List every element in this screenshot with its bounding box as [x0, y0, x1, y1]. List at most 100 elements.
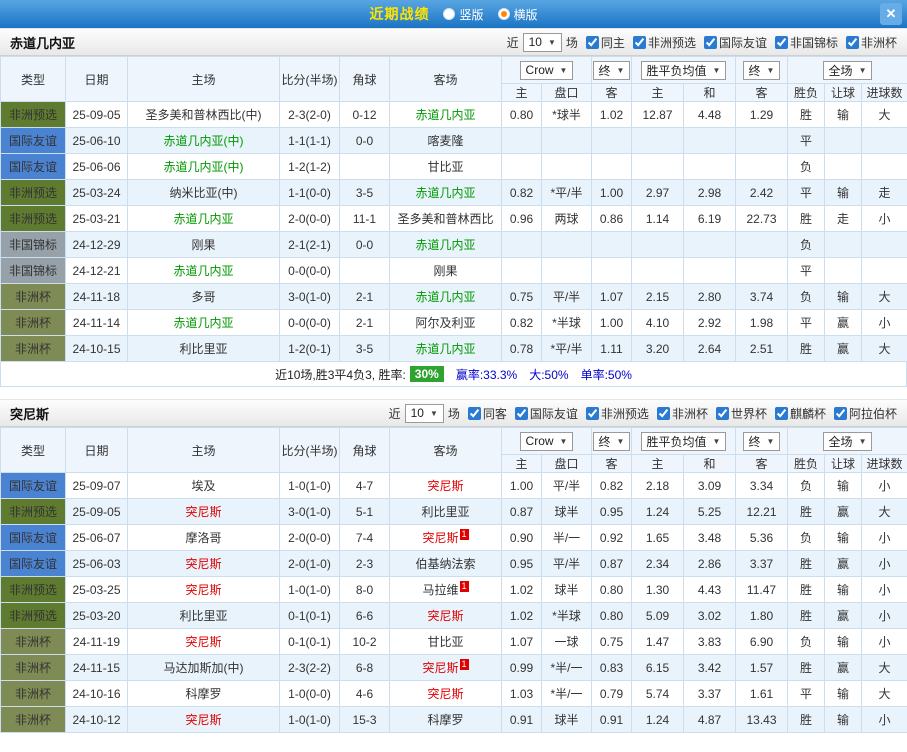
corners-cell	[339, 153, 390, 180]
filter-checkbox[interactable]	[703, 35, 717, 49]
filter-label: 麒麟杯	[789, 406, 826, 421]
europe-dropdown[interactable]: 胜平负均值 ▼	[640, 431, 727, 451]
match-row[interactable]: 非洲预选 25-03-24 纳米比亚(中) 1-1(0-0) 3-5 赤道几内亚…	[0, 179, 907, 206]
filter-checkbox[interactable]	[467, 406, 481, 420]
match-row[interactable]: 非洲杯 24-10-15 利比里亚 1-2(0-1) 3-5 赤道几内亚 0.7…	[0, 335, 907, 362]
europe-state-dropdown[interactable]: 终 ▼	[742, 60, 781, 80]
away-team-cell: 甘比亚	[389, 153, 502, 180]
asian-away-odds-cell: 0.95	[591, 498, 632, 525]
company-dropdown[interactable]: Crow ▼	[519, 431, 574, 451]
date-cell: 25-06-07	[65, 524, 128, 551]
result-cell: 胜	[787, 706, 825, 733]
handicap-result-cell: 走	[824, 205, 862, 232]
filter-checkbox[interactable]	[656, 406, 670, 420]
match-row[interactable]: 国际友谊 25-06-03 突尼斯 2-0(1-0) 2-3 伯基纳法索 0.9…	[0, 550, 907, 577]
match-row[interactable]: 非国锦标 24-12-21 赤道几内亚 0-0(0-0) 刚果 平	[0, 257, 907, 284]
match-row[interactable]: 非国锦标 24-12-29 刚果 2-1(2-1) 0-0 赤道几内亚 负	[0, 231, 907, 258]
asian-home-odds-cell: 0.82	[501, 309, 542, 336]
match-row[interactable]: 非洲杯 24-11-15 马达加斯加(中) 2-3(2-2) 6-8 突尼斯 1 …	[0, 654, 907, 681]
section-divider	[0, 387, 907, 399]
match-row[interactable]: 非洲预选 25-03-25 突尼斯 1-0(1-0) 8-0 马拉维 1 1.02…	[0, 576, 907, 603]
euro-home-odds-cell: 2.97	[631, 179, 684, 206]
match-row[interactable]: 国际友谊 25-06-10 赤道几内亚(中) 1-1(1-1) 0-0 喀麦隆 …	[0, 127, 907, 154]
match-row[interactable]: 非洲预选 25-09-05 圣多美和普林西比(中) 2-3(2-0) 0-12 …	[0, 101, 907, 128]
company-dropdown[interactable]: Crow ▼	[519, 60, 574, 80]
competition-filter[interactable]: 同主	[585, 34, 625, 51]
recent-pre-label: 近	[388, 406, 401, 421]
competition-filter[interactable]: 非洲杯	[656, 405, 708, 422]
match-row[interactable]: 非洲杯 24-11-19 突尼斯 0-1(0-1) 10-2 甘比亚 1.07 …	[0, 628, 907, 655]
competition-filter[interactable]: 同客	[467, 405, 507, 422]
europe-dropdown[interactable]: 胜平负均值 ▼	[640, 60, 727, 80]
view-horizontal-radio[interactable]: 横版	[497, 6, 538, 23]
filter-checkbox[interactable]	[585, 406, 599, 420]
corners-cell: 15-3	[339, 706, 390, 733]
match-row[interactable]: 非洲预选 25-03-20 利比里亚 0-1(0-1) 6-6 突尼斯 1.02…	[0, 602, 907, 629]
match-row[interactable]: 非洲预选 25-09-05 突尼斯 3-0(1-0) 5-1 利比里亚 0.87…	[0, 498, 907, 525]
filter-checkbox[interactable]	[833, 406, 847, 420]
scope-dropdown[interactable]: 全场 ▼	[822, 60, 873, 80]
europe-state-dropdown[interactable]: 终 ▼	[742, 431, 781, 451]
company-state-dropdown[interactable]: 终 ▼	[592, 431, 631, 451]
home-team-cell: 突尼斯	[127, 628, 280, 655]
recent-count-dropdown[interactable]: 10 ▼	[404, 403, 444, 423]
filter-checkbox[interactable]	[845, 35, 859, 49]
home-team-cell: 赤道几内亚	[127, 257, 280, 284]
competition-filter[interactable]: 非洲预选	[632, 34, 696, 51]
asian-home-header: 主	[501, 454, 542, 473]
match-row[interactable]: 非洲杯 24-10-12 突尼斯 1-0(1-0) 15-3 科摩罗 0.91 …	[0, 706, 907, 733]
home-team-name: 赤道几内亚	[173, 264, 234, 278]
handicap-result-cell	[824, 127, 862, 154]
summary-stat: 大:50%	[529, 367, 569, 382]
filter-checkbox[interactable]	[715, 406, 729, 420]
filter-checkbox[interactable]	[632, 35, 646, 49]
match-row[interactable]: 非洲杯 24-10-16 科摩罗 1-0(0-0) 4-6 突尼斯 1.03 *…	[0, 680, 907, 707]
result-cell: 平	[787, 680, 825, 707]
competition-filter[interactable]: 国际友谊	[703, 34, 767, 51]
competition-filter[interactable]: 麒麟杯	[774, 405, 826, 422]
match-row[interactable]: 非洲杯 24-11-18 多哥 3-0(1-0) 2-1 赤道几内亚 0.75 …	[0, 283, 907, 310]
match-row[interactable]: 非洲预选 25-03-21 赤道几内亚 2-0(0-0) 11-1 圣多美和普林…	[0, 205, 907, 232]
company-state-dropdown[interactable]: 终 ▼	[592, 60, 631, 80]
euro-draw-odds-cell: 2.86	[683, 550, 736, 577]
euro-draw-odds-cell: 5.25	[683, 498, 736, 525]
euro-draw-odds-cell: 6.19	[683, 205, 736, 232]
match-row[interactable]: 国际友谊 25-09-07 埃及 1-0(1-0) 4-7 突尼斯 1.00 平…	[0, 472, 907, 499]
competition-filter[interactable]: 非洲杯	[845, 34, 897, 51]
match-row[interactable]: 国际友谊 25-06-06 赤道几内亚(中) 1-2(1-2) 甘比亚 负	[0, 153, 907, 180]
away-team-name: 赤道几内亚	[415, 108, 476, 122]
score-cell: 2-0(1-0)	[279, 550, 340, 577]
handicap-cell: *半球	[541, 309, 592, 336]
filter-checkbox[interactable]	[774, 35, 788, 49]
col-type-header: 类型	[0, 427, 66, 473]
competition-filter[interactable]: 阿拉伯杯	[833, 405, 897, 422]
scope-dropdown[interactable]: 全场 ▼	[822, 431, 873, 451]
filter-checkbox[interactable]	[585, 35, 599, 49]
goals-result-cell: 大	[860, 283, 907, 310]
home-team-cell: 利比里亚	[127, 335, 280, 362]
home-team-cell: 突尼斯	[127, 550, 280, 577]
match-row[interactable]: 国际友谊 25-06-07 摩洛哥 2-0(0-0) 7-4 突尼斯 1 0.90…	[0, 524, 907, 551]
asian-home-odds-cell: 0.75	[501, 283, 542, 310]
competition-filter[interactable]: 世界杯	[715, 405, 767, 422]
recent-count-dropdown[interactable]: 10 ▼	[522, 32, 562, 52]
close-button[interactable]: ✕	[880, 3, 902, 25]
competition-filter[interactable]: 国际友谊	[514, 405, 578, 422]
away-team-cell: 赤道几内亚	[389, 283, 502, 310]
filter-checkbox[interactable]	[514, 406, 528, 420]
match-row[interactable]: 非洲杯 24-11-14 赤道几内亚 0-0(0-0) 2-1 阿尔及利亚 0.…	[0, 309, 907, 336]
view-vertical-label: 竖版	[459, 7, 484, 22]
competition-type-cell: 非洲预选	[0, 205, 66, 232]
competition-filter[interactable]: 非国锦标	[774, 34, 838, 51]
handicap-result-cell: 赢	[824, 335, 862, 362]
euro-away-odds-cell: 3.34	[735, 472, 788, 499]
recent-count-control: 近 10 ▼ 场	[388, 403, 460, 423]
handicap-cell: *平/半	[541, 335, 592, 362]
filter-label: 同客	[482, 406, 507, 421]
chevron-down-icon: ▼	[429, 408, 438, 418]
goals-result-cell: 小	[860, 628, 907, 655]
view-vertical-radio[interactable]: 竖版	[443, 6, 484, 23]
europe-state-cell: 终 ▼	[735, 427, 788, 455]
filter-checkbox[interactable]	[774, 406, 788, 420]
competition-filter[interactable]: 非洲预选	[585, 405, 649, 422]
